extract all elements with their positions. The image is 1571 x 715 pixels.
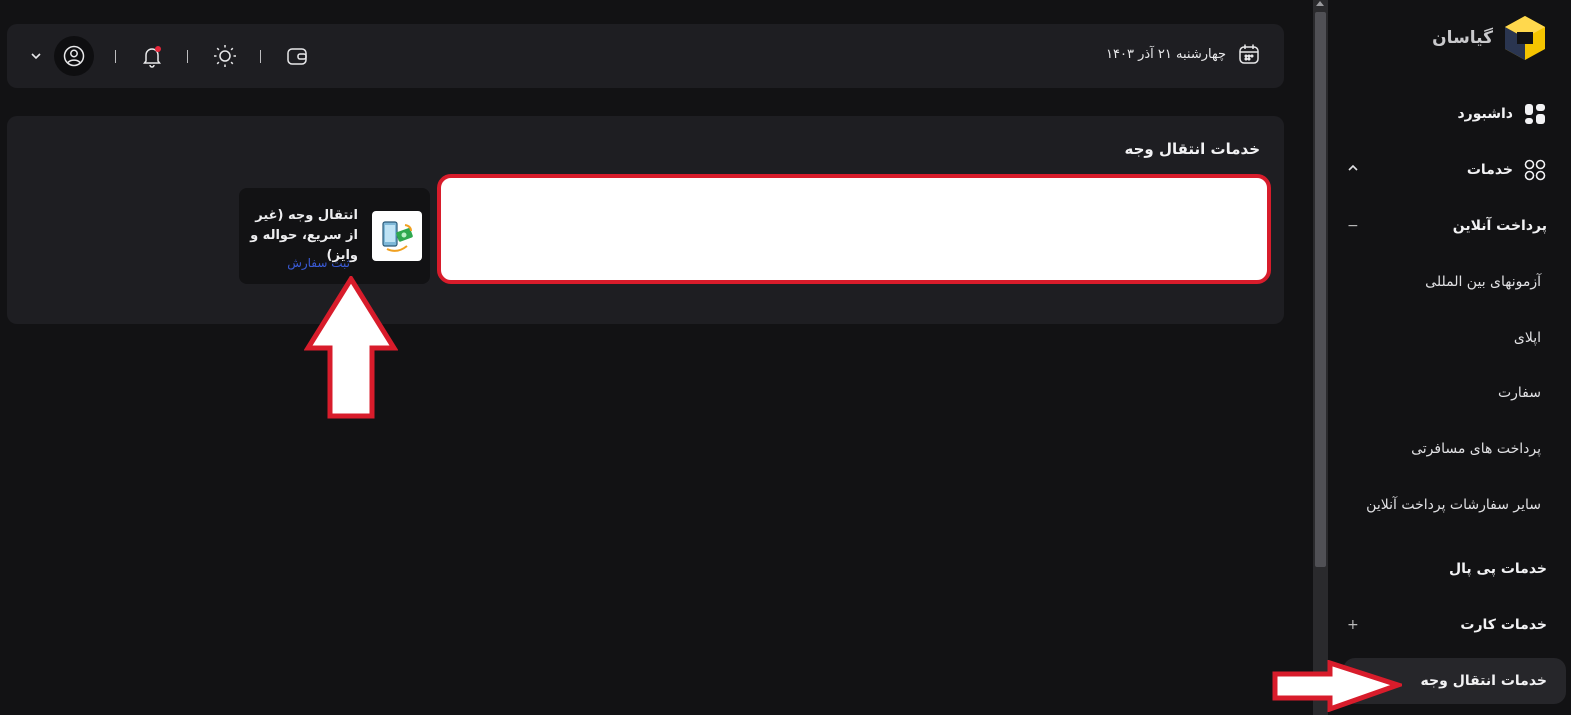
sidebar-item-dashboard[interactable]: داشبورد [1347, 96, 1547, 132]
sidebar-item-label: خدمات [1466, 162, 1513, 178]
sidebar-item-label: خدمات پی پال [1449, 561, 1547, 577]
chevron-up-icon[interactable] [1347, 162, 1359, 178]
date-text: چهارشنبه ۲۱ آذر ۱۴۰۳ [1106, 46, 1226, 62]
dashboard-icon [1523, 102, 1547, 126]
collapse-toggle[interactable]: − [1347, 218, 1359, 234]
bell-icon [143, 46, 161, 68]
sidebar-subitem-label: آزمونهای بین المللی [1425, 274, 1541, 290]
date-display: چهارشنبه ۲۱ آذر ۱۴۰۳ [1106, 43, 1260, 65]
services-panel: خدمات انتقال وجه انتقال وجه (غیر از سریع… [7, 116, 1284, 324]
up-arrow-annotation-icon [304, 276, 398, 419]
calendar-icon [1239, 44, 1259, 64]
brand-name: گیاسان [1432, 28, 1493, 48]
brand-logo[interactable]: گیاسان [1432, 14, 1547, 62]
right-arrow-annotation-icon [1272, 660, 1402, 712]
sidebar-item-online-payment[interactable]: پرداخت آنلاین − [1347, 208, 1547, 244]
logo-icon [1505, 16, 1545, 60]
panel-title: خدمات انتقال وجه [1124, 140, 1260, 158]
wallet-icon [287, 48, 307, 65]
sidebar-item-services[interactable]: خدمات [1347, 152, 1547, 188]
sidebar-subitem[interactable]: سایر سفارشات پرداخت آنلاین [1366, 490, 1541, 520]
divider [187, 50, 188, 63]
user-avatar-button[interactable] [54, 36, 94, 76]
wallet-button[interactable] [285, 24, 309, 88]
scroll-up-arrow-icon[interactable] [1316, 1, 1324, 6]
sidebar-subitem-label: سفارت [1497, 385, 1541, 401]
scrollbar-thumb[interactable] [1315, 12, 1326, 567]
sidebar-subitem[interactable]: اپلای [1514, 323, 1541, 353]
service-card-money-transfer[interactable]: انتقال وجه (غیر از سریع، حواله و وایز) ث… [239, 188, 430, 284]
sidebar-subitem-label: پرداخت های مسافرتی [1411, 441, 1541, 457]
notifications-button[interactable] [139, 24, 165, 88]
sidebar-item-label: داشبورد [1457, 106, 1514, 122]
sidebar: گیاسان داشبورد خدمات پرداخت آنلاین − آزم… [1329, 0, 1571, 715]
top-header: چهارشنبه ۲۱ آذر ۱۴۰۳ [7, 24, 1284, 88]
sidebar-item-label: خدمات انتقال وجه [1420, 673, 1547, 689]
expand-toggle[interactable]: + [1347, 617, 1359, 633]
divider [115, 50, 116, 63]
sidebar-item-card-services[interactable]: خدمات کارت + [1347, 607, 1547, 643]
chevron-down-icon [31, 53, 41, 60]
user-menu-toggle[interactable] [29, 24, 43, 88]
sidebar-subitem[interactable]: پرداخت های مسافرتی [1411, 434, 1541, 464]
sun-icon [214, 45, 236, 67]
sidebar-item-label: خدمات کارت [1460, 617, 1547, 633]
sidebar-item-label: پرداخت آنلاین [1452, 218, 1547, 234]
sidebar-item-paypal[interactable]: خدمات پی پال [1347, 551, 1547, 587]
money-transfer-icon [372, 211, 422, 261]
sidebar-subitem-label: اپلای [1513, 330, 1541, 346]
sidebar-subitem[interactable]: سفارت [1498, 378, 1541, 408]
sidebar-subitem[interactable]: آزمونهای بین المللی [1425, 267, 1541, 297]
place-order-link[interactable]: ثبت سفارش [287, 256, 350, 270]
sidebar-subitem-label: سایر سفارشات پرداخت آنلاین [1366, 497, 1541, 513]
divider [260, 50, 261, 63]
highlight-box [437, 174, 1271, 284]
grid-icon [1523, 158, 1547, 182]
theme-toggle-button[interactable] [212, 24, 238, 88]
user-icon [63, 45, 85, 67]
